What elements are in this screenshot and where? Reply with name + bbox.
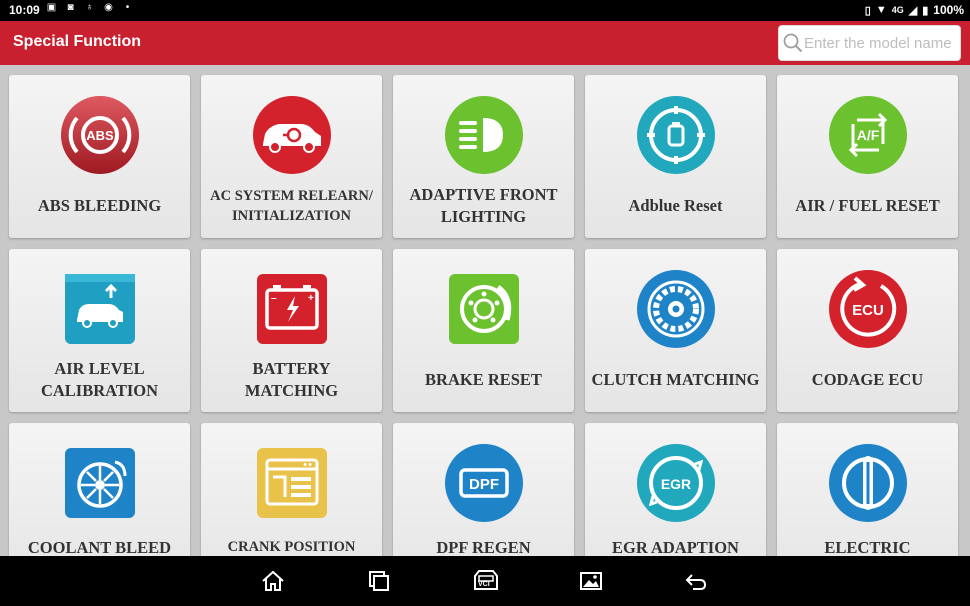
function-grid: ABS ABS BLEEDING AC SYSTEM RELEARN/ INIT…: [0, 65, 970, 556]
gallery-notification-icon: ▣: [46, 2, 57, 13]
tile-label: ABS BLEEDING: [37, 196, 162, 215]
back-icon: [685, 574, 707, 590]
svg-text:ABS: ABS: [86, 128, 114, 143]
tile-battery-matching[interactable]: + – BATTERY MATCHING: [201, 249, 382, 412]
tile-abs-bleeding[interactable]: ABS ABS BLEEDING: [9, 75, 190, 238]
back-button[interactable]: [683, 568, 713, 594]
tile-electric-throttle[interactable]: ELECTRIC THROTTLE: [777, 423, 958, 556]
title-bar: Special Function: [0, 21, 970, 65]
home-icon: [262, 570, 284, 591]
tile-label: CRANK POSITION SENSOR ADAPTIVE: [227, 539, 356, 555]
svg-text:+: +: [308, 293, 314, 304]
abs-icon: ABS: [59, 94, 141, 176]
air-level-icon: [59, 268, 141, 350]
tile-coolant-bleed[interactable]: COOLANT BLEED: [9, 423, 190, 556]
status-bar: 10:09 ▣ ◙ ♁ ◉ • ▯ ▼ 4G ◢ ▮ 100%: [0, 0, 970, 21]
clutch-icon: [635, 268, 717, 350]
navigation-bar: VCI: [0, 556, 970, 606]
tile-label: BRAKE RESET: [425, 370, 542, 389]
screenshot-button[interactable]: [578, 568, 608, 594]
tile-adblue-reset[interactable]: Adblue Reset: [585, 75, 766, 238]
tile-clutch-matching[interactable]: CLUTCH MATCHING: [585, 249, 766, 412]
egr-icon: EGR: [635, 442, 717, 524]
tile-label: CLUTCH MATCHING: [591, 370, 760, 389]
battery-icon: ▮: [922, 4, 929, 17]
search-icon: [782, 32, 804, 54]
brake-icon: [443, 268, 525, 350]
search-input[interactable]: [804, 34, 960, 52]
recent-apps-button[interactable]: [366, 568, 396, 594]
tile-label: ADAPTIVE FRONT LIGHTING: [409, 185, 558, 226]
tile-label: AIR / FUEL RESET: [795, 196, 940, 215]
vci-button[interactable]: VCI: [470, 568, 502, 594]
recent-apps-icon: [369, 571, 389, 591]
tile-label: EGR ADAPTION: [612, 538, 739, 556]
search-box[interactable]: [778, 25, 961, 61]
ecu-icon: ECU: [827, 268, 909, 350]
tile-air-fuel-reset[interactable]: A/F AIR / FUEL RESET: [777, 75, 958, 238]
dpf-icon: DPF: [443, 442, 525, 524]
wifi-icon: ▼: [875, 4, 887, 16]
svg-text:EGR: EGR: [660, 476, 690, 492]
system-status: ▯ ▼ 4G ◢ ▮ 100%: [865, 3, 964, 17]
tile-label: Adblue Reset: [628, 196, 723, 215]
coolant-icon: [59, 442, 141, 524]
vci-label: VCI: [478, 581, 490, 588]
adblue-icon: [635, 94, 717, 176]
air-fuel-icon: A/F: [827, 94, 909, 176]
tile-label: AC SYSTEM RELEARN/ INITIALIZATION: [210, 188, 373, 224]
tile-egr-adaption[interactable]: EGR EGR ADAPTION: [585, 423, 766, 556]
status-time: 10:09: [9, 3, 40, 17]
tile-label: AIR LEVEL CALIBRATION: [40, 359, 159, 400]
tile-brake-reset[interactable]: BRAKE RESET: [393, 249, 574, 412]
notification-icons: ▣ ◙ ♁ ◉ •: [46, 2, 133, 13]
gallery-icon: [580, 572, 602, 590]
tile-label: DPF REGEN: [436, 538, 531, 556]
chat-notification-icon: ◉: [104, 2, 113, 13]
message-notification-icon: ◙: [67, 2, 74, 13]
headlight-icon: [443, 94, 525, 176]
tile-label: BATTERY MATCHING: [244, 359, 339, 400]
svg-text:DPF: DPF: [469, 476, 499, 493]
tile-ac-system-relearn[interactable]: AC SYSTEM RELEARN/ INITIALIZATION: [201, 75, 382, 238]
battery-percent: 100%: [933, 3, 964, 17]
signal-icon: ◢: [908, 4, 918, 17]
tile-label: CODAGE ECU: [811, 370, 924, 389]
page-title: Special Function: [13, 33, 142, 50]
tile-label: COOLANT BLEED: [27, 538, 172, 556]
svg-text:ECU: ECU: [852, 302, 884, 319]
tile-crank-position-sensor[interactable]: CRANK POSITION SENSOR ADAPTIVE: [201, 423, 382, 556]
tile-codage-ecu[interactable]: ECU CODAGE ECU: [777, 249, 958, 412]
tile-dpf-regen[interactable]: DPF DPF REGEN: [393, 423, 574, 556]
network-type: 4G: [891, 5, 904, 15]
vibrate-icon: ▯: [864, 4, 871, 17]
svg-text:–: –: [271, 293, 277, 304]
home-button[interactable]: [260, 568, 290, 594]
ac-system-icon: [251, 94, 333, 176]
more-notifications-dot-icon: •: [125, 2, 130, 13]
battery-matching-icon: + –: [251, 268, 333, 350]
svg-text:A/F: A/F: [856, 127, 879, 143]
throttle-icon: [827, 442, 909, 524]
location-notification-icon: ♁: [85, 2, 94, 13]
tile-air-level-calibration[interactable]: AIR LEVEL CALIBRATION: [9, 249, 190, 412]
crank-sensor-icon: [251, 442, 333, 524]
tile-adaptive-front-lighting[interactable]: ADAPTIVE FRONT LIGHTING: [393, 75, 574, 238]
tile-label: ELECTRIC THROTTLE: [824, 538, 911, 556]
